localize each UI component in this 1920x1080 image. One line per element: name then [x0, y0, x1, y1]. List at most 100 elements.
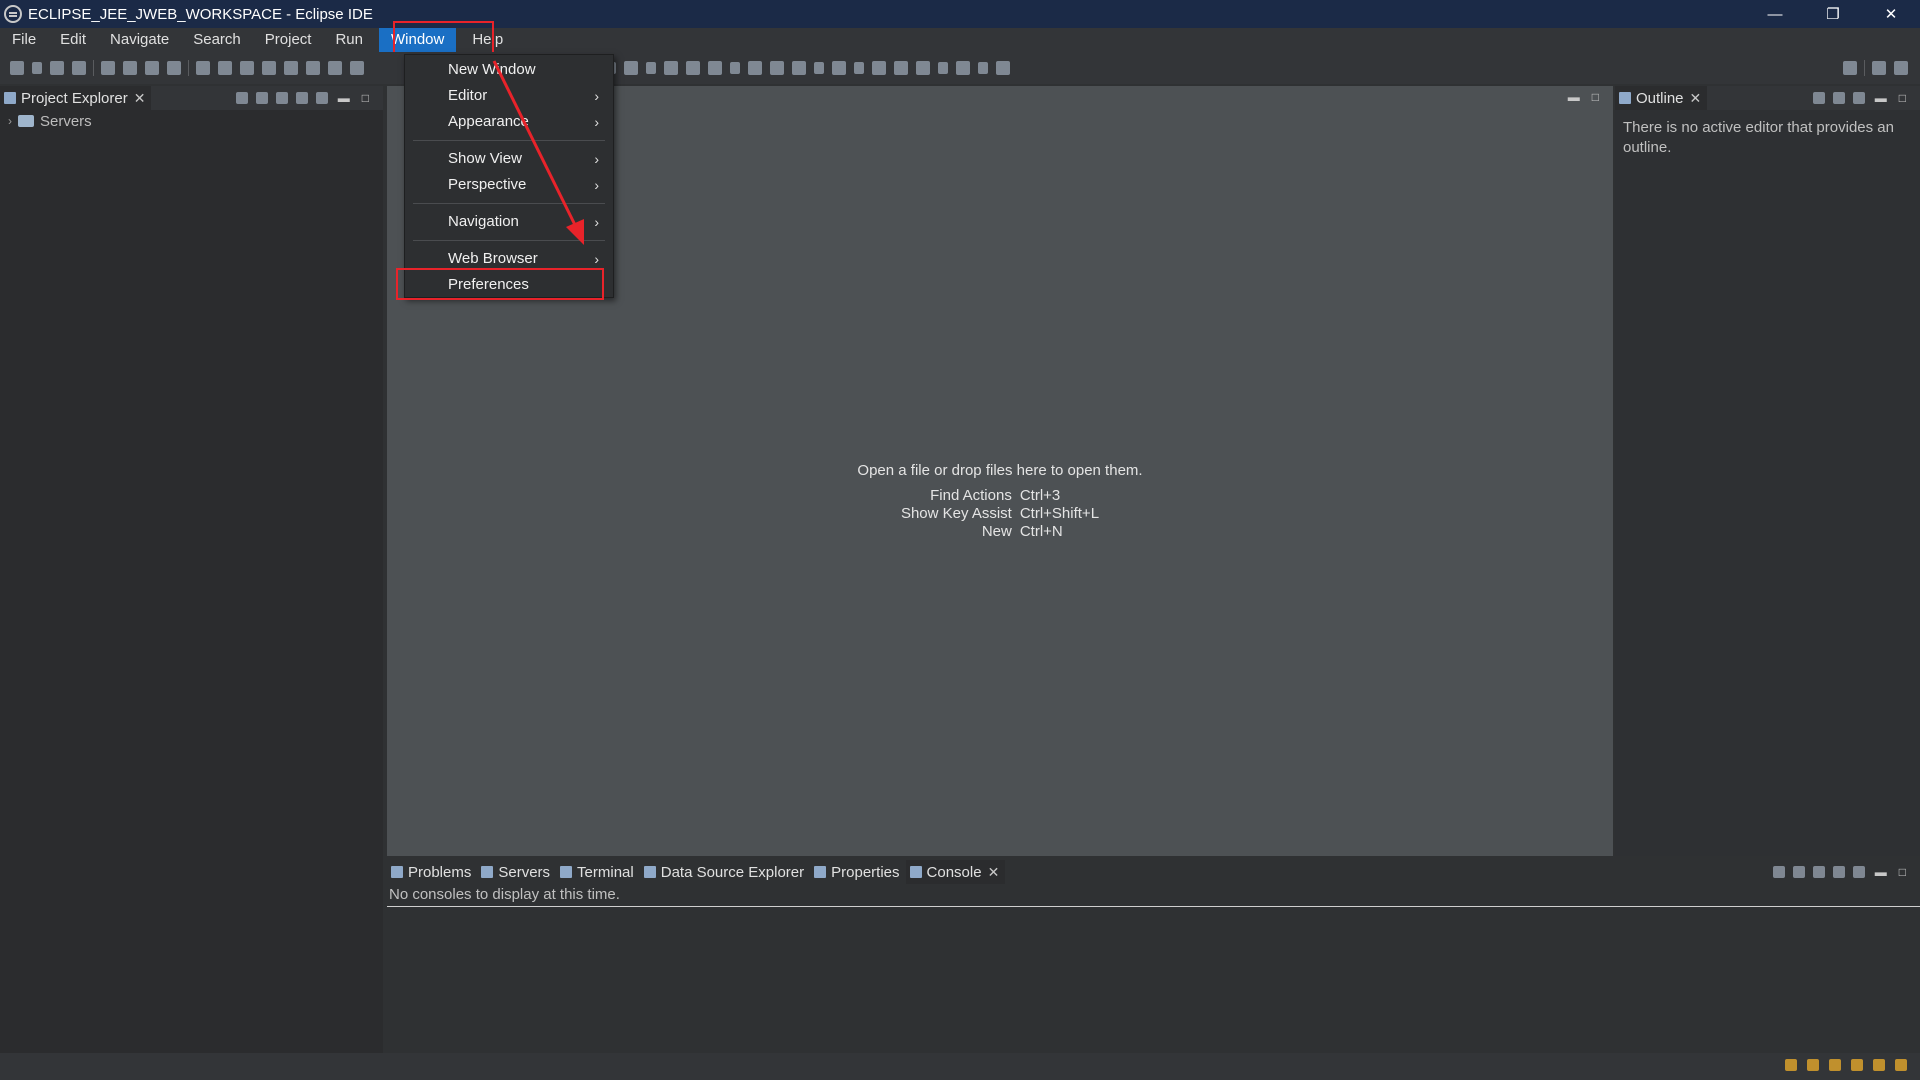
suspend-icon[interactable] — [218, 61, 232, 75]
menu-run[interactable]: Run — [323, 28, 375, 52]
restore-button[interactable]: ❐ — [1804, 0, 1862, 28]
view-menu-icon[interactable] — [315, 92, 328, 104]
menu-search[interactable]: Search — [181, 28, 253, 52]
tab-terminal[interactable]: Terminal — [556, 860, 640, 884]
redo-icon[interactable] — [123, 61, 137, 75]
close-button[interactable]: ✕ — [1862, 0, 1920, 28]
menu-edit[interactable]: Edit — [48, 28, 98, 52]
tab-data-source-explorer[interactable]: Data Source Explorer — [640, 860, 810, 884]
eclipse-logo-icon — [4, 5, 22, 23]
close-icon[interactable]: ✕ — [1690, 90, 1702, 107]
skip-breakpoints-icon[interactable] — [167, 61, 181, 75]
view-menu-icon[interactable] — [1852, 866, 1865, 878]
menu-navigate[interactable]: Navigate — [98, 28, 181, 52]
minimize-view-icon[interactable]: ▬ — [1568, 90, 1580, 104]
step-return-icon[interactable] — [328, 61, 342, 75]
dropdown-icon[interactable] — [1812, 866, 1825, 878]
minimize-view-icon[interactable]: ▬ — [338, 91, 350, 105]
close-icon[interactable]: ✕ — [134, 90, 146, 107]
minimize-button[interactable]: — — [1746, 0, 1804, 28]
maximize-view-icon[interactable]: □ — [362, 91, 369, 105]
back-icon[interactable] — [916, 61, 930, 75]
search-icon[interactable] — [1843, 61, 1857, 75]
toolbar-menu-icon[interactable] — [350, 61, 364, 75]
maximize-view-icon[interactable]: □ — [1592, 90, 1599, 104]
save-all-icon[interactable] — [72, 61, 86, 75]
last-edit-location-icon[interactable] — [872, 61, 886, 75]
resume-icon[interactable] — [196, 61, 210, 75]
pin-editor-icon[interactable] — [996, 61, 1010, 75]
save-icon[interactable] — [50, 61, 64, 75]
terminal-icon[interactable] — [145, 61, 159, 75]
tab-problems[interactable]: Problems — [387, 860, 477, 884]
pencil-icon[interactable] — [1851, 1059, 1863, 1071]
annotation-arrow — [492, 60, 584, 245]
dropdown-icon[interactable] — [854, 62, 864, 74]
new-icon[interactable] — [10, 61, 24, 75]
terminate-icon[interactable] — [240, 61, 254, 75]
maximize-view-icon[interactable]: □ — [1899, 865, 1906, 879]
focus-icon[interactable] — [295, 92, 308, 104]
settings-icon[interactable] — [1873, 1059, 1885, 1071]
link-with-editor-icon[interactable] — [255, 92, 268, 104]
dropdown-icon[interactable] — [978, 62, 988, 74]
dropdown-icon[interactable] — [32, 62, 42, 74]
step-into-icon[interactable] — [284, 61, 298, 75]
console-output-area[interactable] — [387, 906, 1920, 1046]
tab-outline[interactable]: Outline ✕ — [1615, 86, 1708, 110]
dropdown-icon[interactable] — [730, 62, 740, 74]
console-tools: ▬ □ — [1769, 865, 1920, 879]
lightbulb-icon[interactable] — [1895, 1059, 1907, 1071]
learn-icon[interactable] — [1829, 1059, 1841, 1071]
chevron-right-icon[interactable]: › — [8, 114, 12, 128]
filter-icon[interactable] — [275, 92, 288, 104]
open-console-icon[interactable] — [1772, 866, 1785, 878]
maximize-view-icon[interactable]: □ — [1899, 91, 1906, 105]
dropdown-icon[interactable] — [938, 62, 948, 74]
undo-icon[interactable] — [101, 61, 115, 75]
close-icon[interactable]: ✕ — [988, 864, 1000, 881]
annotation-icon[interactable] — [770, 61, 784, 75]
project-explorer-header: Project Explorer ✕ ▬ □ — [0, 86, 383, 110]
menu-file[interactable]: File — [0, 28, 48, 52]
next-annotation-icon[interactable] — [832, 61, 846, 75]
web-browser-icon[interactable] — [748, 61, 762, 75]
open-type-icon[interactable] — [664, 61, 678, 75]
disconnect-icon[interactable] — [262, 61, 276, 75]
menu-help[interactable]: Help — [460, 28, 515, 52]
external-tools-icon[interactable] — [624, 61, 638, 75]
tab-properties[interactable]: Properties — [810, 860, 905, 884]
jee-perspective-icon[interactable] — [1894, 61, 1908, 75]
tab-servers[interactable]: Servers — [477, 860, 556, 884]
toggle-mark-icon[interactable] — [792, 61, 806, 75]
menu-item-preferences[interactable]: Preferences — [405, 272, 613, 298]
open-task-icon[interactable] — [686, 61, 700, 75]
minimize-view-icon[interactable]: ▬ — [1875, 91, 1887, 105]
tree-item-servers[interactable]: › Servers — [0, 110, 383, 132]
dropdown-icon[interactable] — [646, 62, 656, 74]
minimize-view-icon[interactable]: ▬ — [1875, 865, 1887, 879]
display-console-icon[interactable] — [1792, 866, 1805, 878]
editor-empty-hints: Open a file or drop files here to open t… — [387, 462, 1613, 540]
focus-icon[interactable] — [1832, 92, 1845, 104]
tab-console[interactable]: Console ✕ — [905, 860, 1006, 884]
search-tools-icon[interactable] — [708, 61, 722, 75]
book-icon[interactable] — [1807, 1059, 1819, 1071]
tab-label: Outline — [1636, 89, 1684, 107]
collapse-all-icon[interactable] — [235, 92, 248, 104]
tab-project-explorer[interactable]: Project Explorer ✕ — [0, 86, 152, 110]
sort-icon[interactable] — [1812, 92, 1825, 104]
dropdown-icon[interactable] — [814, 62, 824, 74]
toolbar-separator — [188, 60, 189, 76]
bottom-panel-tabs: Problems Servers Terminal Data Source Ex… — [387, 860, 1920, 884]
menu-window[interactable]: Window — [378, 28, 457, 52]
view-menu-icon[interactable] — [1852, 92, 1865, 104]
step-over-icon[interactable] — [306, 61, 320, 75]
menu-project[interactable]: Project — [253, 28, 324, 52]
forward-icon[interactable] — [956, 61, 970, 75]
forward-history-icon[interactable] — [894, 61, 908, 75]
new-console-icon[interactable] — [1832, 866, 1845, 878]
shortcut-keys: Ctrl+N — [1019, 523, 1063, 540]
open-perspective-icon[interactable] — [1872, 61, 1886, 75]
sync-icon[interactable] — [1785, 1059, 1797, 1071]
